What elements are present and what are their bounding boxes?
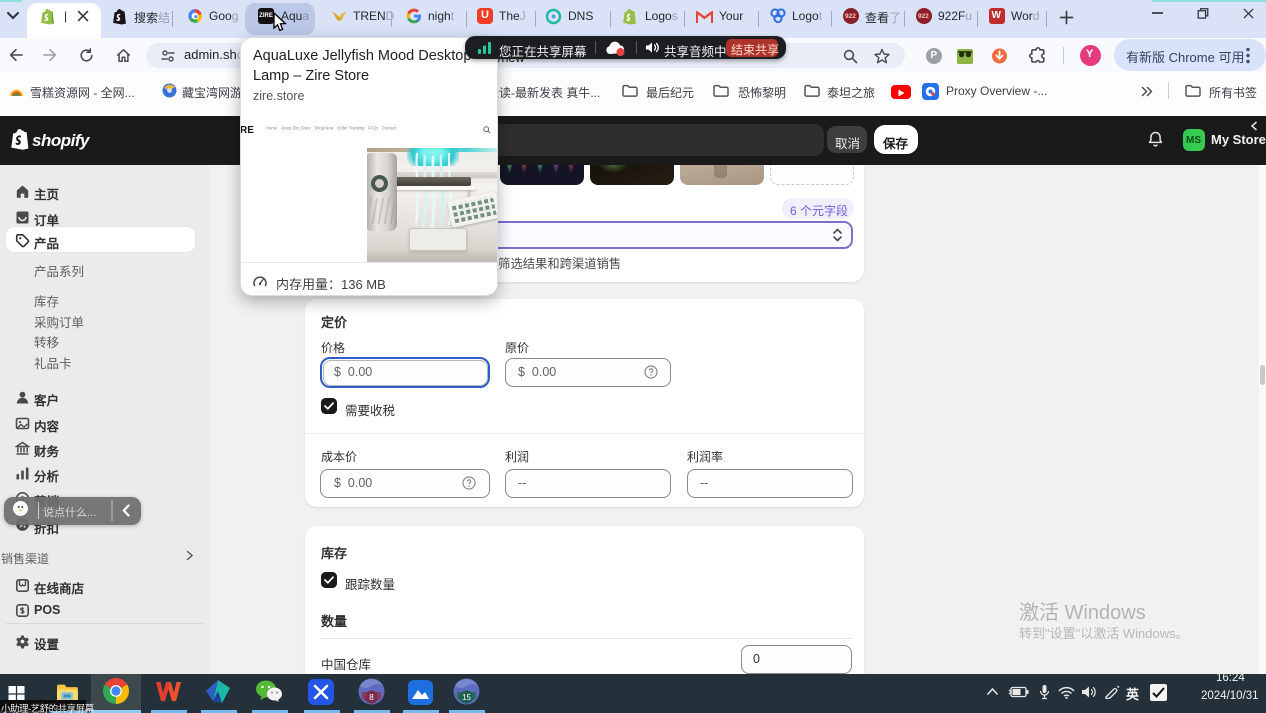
svg-text:15: 15: [462, 693, 471, 702]
svg-text:8: 8: [369, 693, 374, 702]
